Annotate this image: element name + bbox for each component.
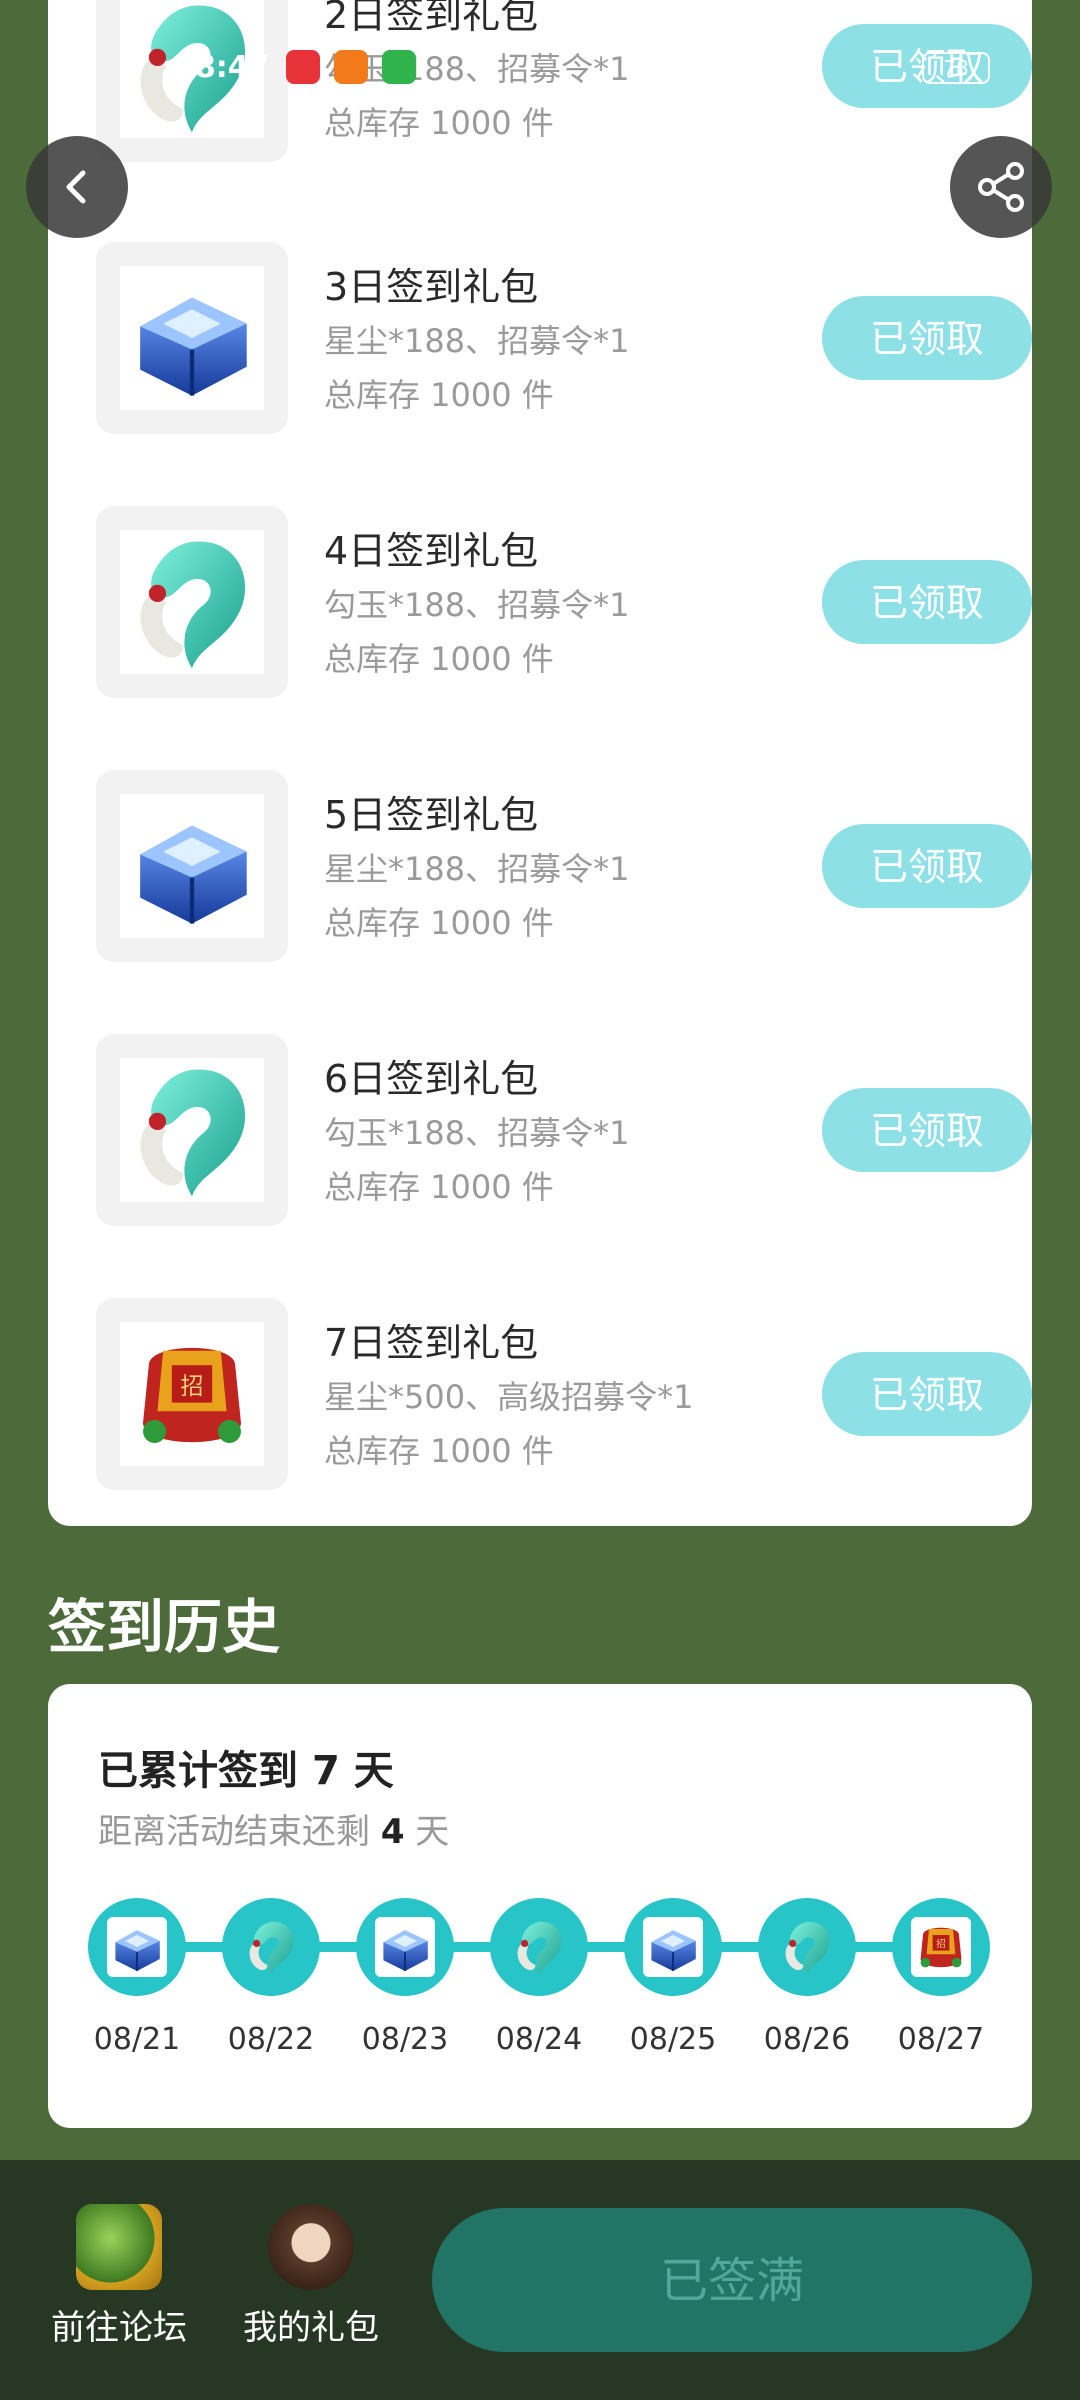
- gift-item-day6: 6日签到礼包 勾玉*188、招募令*1 总库存 1000 件 已领取: [96, 1034, 1032, 1226]
- taobao-app-icon: [334, 50, 368, 84]
- share-button[interactable]: [950, 136, 1052, 238]
- summon-token-icon: [120, 1322, 264, 1466]
- total-checkin-days: 已累计签到 7 天: [98, 1738, 394, 1796]
- gift-stock: 总库存 1000 件: [324, 1432, 554, 1470]
- gift-title: 3日签到礼包: [324, 265, 539, 309]
- chest-icon: [107, 1917, 167, 1977]
- timeline-date: 08/26: [763, 2022, 851, 2057]
- gift-thumb: [96, 770, 288, 962]
- timeline-node: [88, 1898, 186, 1996]
- timeline-node: [490, 1898, 588, 1996]
- timeline-date: 08/27: [897, 2022, 985, 2057]
- security-app-icon: [382, 50, 416, 84]
- timeline-node: [624, 1898, 722, 1996]
- timeline-date: 08/25: [629, 2022, 717, 2057]
- gift-stock: 总库存 1000 件: [324, 640, 554, 678]
- claimed-button[interactable]: 已领取: [822, 296, 1032, 380]
- chest-icon: [375, 1917, 435, 1977]
- gift-item-day5: 5日签到礼包 星尘*188、招募令*1 总库存 1000 件 已领取: [96, 770, 1032, 962]
- gift-thumb: [96, 506, 288, 698]
- jade-icon: [777, 1917, 837, 1977]
- timeline-node: [222, 1898, 320, 1996]
- days-remaining: 距离活动结束还剩 4 天: [98, 1804, 449, 1853]
- history-section-title: 签到历史: [48, 1593, 281, 1661]
- jade-icon: [241, 1917, 301, 1977]
- timeline-date: 08/21: [93, 2022, 181, 2057]
- timeline-date: 08/24: [495, 2022, 583, 2057]
- claimed-button[interactable]: 已领取: [822, 1352, 1032, 1436]
- gift-item-day4: 4日签到礼包 勾玉*188、招募令*1 总库存 1000 件 已领取: [96, 506, 1032, 698]
- xiaohongshu-app-icon: [286, 50, 320, 84]
- status-time: 08:47: [174, 50, 270, 85]
- my-gifts-link[interactable]: 我的礼包: [236, 2204, 386, 2349]
- gift-stock: 总库存 1000 件: [324, 904, 554, 942]
- gift-desc: 勾玉*188、招募令*1: [324, 586, 630, 624]
- timeline-date: 08/22: [227, 2022, 315, 2057]
- back-button[interactable]: [26, 136, 128, 238]
- days-prefix: 已累计签到: [98, 1748, 298, 1794]
- gift-title: 2日签到礼包: [324, 0, 539, 37]
- gift-title: 6日签到礼包: [324, 1057, 539, 1101]
- remain-suffix: 天: [415, 1812, 450, 1852]
- timeline-date: 08/23: [361, 2022, 449, 2057]
- gift-stock: 总库存 1000 件: [324, 104, 554, 142]
- gift-avatar-icon: [268, 2204, 354, 2290]
- status-bar: 08:47 78: [170, 48, 990, 88]
- claimed-button[interactable]: 已领取: [822, 560, 1032, 644]
- gift-desc: 星尘*188、招募令*1: [324, 322, 630, 360]
- forum-label: 前往论坛: [51, 2308, 187, 2348]
- timeline-node: [356, 1898, 454, 1996]
- days-suffix: 天: [353, 1748, 394, 1794]
- gift-desc: 星尘*500、高级招募令*1: [324, 1378, 694, 1416]
- claimed-button[interactable]: 已领取: [822, 824, 1032, 908]
- jade-icon: [120, 530, 264, 674]
- gift-desc: 星尘*188、招募令*1: [324, 850, 630, 888]
- remain-prefix: 距离活动结束还剩: [98, 1812, 370, 1852]
- gift-desc: 勾玉*188、招募令*1: [324, 1114, 630, 1152]
- gift-thumb: [96, 1034, 288, 1226]
- gift-item-day7: 7日签到礼包 星尘*500、高级招募令*1 总库存 1000 件 已领取: [96, 1298, 1032, 1490]
- my-gifts-label: 我的礼包: [243, 2308, 379, 2348]
- forum-avatar-icon: [76, 2204, 162, 2290]
- timeline-node: [892, 1898, 990, 1996]
- claimed-button[interactable]: 已领取: [822, 1088, 1032, 1172]
- gift-stock: 总库存 1000 件: [324, 376, 554, 414]
- gift-thumb: [96, 242, 288, 434]
- checkin-full-button[interactable]: 已签满: [432, 2208, 1032, 2352]
- forum-link[interactable]: 前往论坛: [44, 2204, 194, 2349]
- chevron-left-icon: [66, 170, 86, 204]
- gift-title: 5日签到礼包: [324, 793, 539, 837]
- battery-indicator: 78: [922, 52, 990, 84]
- gift-list-card: 2日签到礼包 勾玉*188、招募令*1 总库存 1000 件 已领取 3日签到礼…: [48, 0, 1032, 1526]
- gift-thumb: [96, 1298, 288, 1490]
- days-value: 7: [311, 1748, 340, 1794]
- timeline-node: [758, 1898, 856, 1996]
- remain-value: 4: [380, 1812, 405, 1852]
- gift-item-day3: 3日签到礼包 星尘*188、招募令*1 总库存 1000 件 已领取: [96, 242, 1032, 434]
- gift-title: 7日签到礼包: [324, 1321, 539, 1365]
- gift-title: 4日签到礼包: [324, 529, 539, 573]
- share-icon: [978, 162, 1024, 212]
- history-card: 已累计签到 7 天 距离活动结束还剩 4 天 08/21 08/22 08/23…: [48, 1684, 1032, 2128]
- chest-icon: [120, 266, 264, 410]
- chest-icon: [120, 794, 264, 938]
- chest-icon: [643, 1917, 703, 1977]
- jade-icon: [509, 1917, 569, 1977]
- bottom-action-bar: 前往论坛 我的礼包 已签满: [0, 2160, 1080, 2400]
- jade-icon: [120, 1058, 264, 1202]
- summon-token-icon: [911, 1917, 971, 1977]
- gift-stock: 总库存 1000 件: [324, 1168, 554, 1206]
